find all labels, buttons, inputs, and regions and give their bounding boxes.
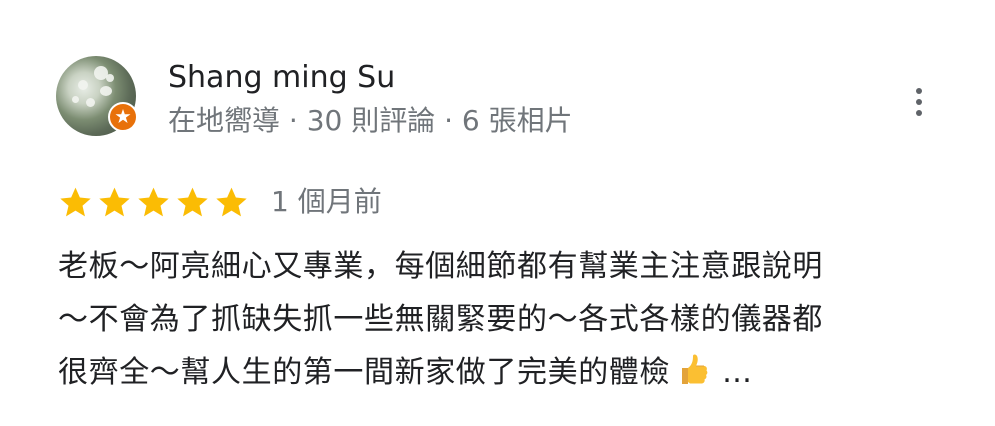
local-guide-badge-icon — [108, 102, 138, 132]
star-icon — [177, 187, 208, 216]
review-text-line: 老板～阿亮細心又專業，每個細節都有幫業主注意跟說明 — [58, 249, 823, 284]
read-more-ellipsis[interactable]: … — [722, 355, 753, 390]
reviewer-avatar-container[interactable] — [56, 56, 138, 136]
review-text-line: 很齊全～幫人生的第一間新家做了完美的體檢 … — [58, 346, 943, 399]
more-options-button[interactable] — [899, 78, 939, 126]
star-icon — [99, 187, 130, 216]
review-text: 老板～阿亮細心又專業，每個細節都有幫業主注意跟說明 ～不會為了抓缺失抓一些無關緊… — [58, 240, 943, 399]
reviewer-name[interactable]: Shang ming Su — [168, 58, 395, 98]
star-rating — [58, 185, 249, 220]
reviewer-meta[interactable]: 在地嚮導 · 30 則評論 · 6 張相片 — [168, 101, 573, 141]
more-vert-icon — [916, 88, 922, 94]
star-icon — [60, 187, 91, 216]
star-icon — [138, 187, 169, 216]
star-icon — [216, 187, 247, 216]
review-card: Shang ming Su 在地嚮導 · 30 則評論 · 6 張相片 1 個月… — [0, 0, 995, 426]
review-date: 1 個月前 — [271, 185, 382, 218]
rating-row: 1 個月前 — [58, 180, 382, 224]
review-text-line-content: 很齊全～幫人生的第一間新家做了完美的體檢 — [58, 355, 670, 390]
thumbs-up-icon — [682, 354, 708, 384]
review-text-line: ～不會為了抓缺失抓一些無關緊要的～各式各樣的儀器都 — [58, 302, 823, 337]
